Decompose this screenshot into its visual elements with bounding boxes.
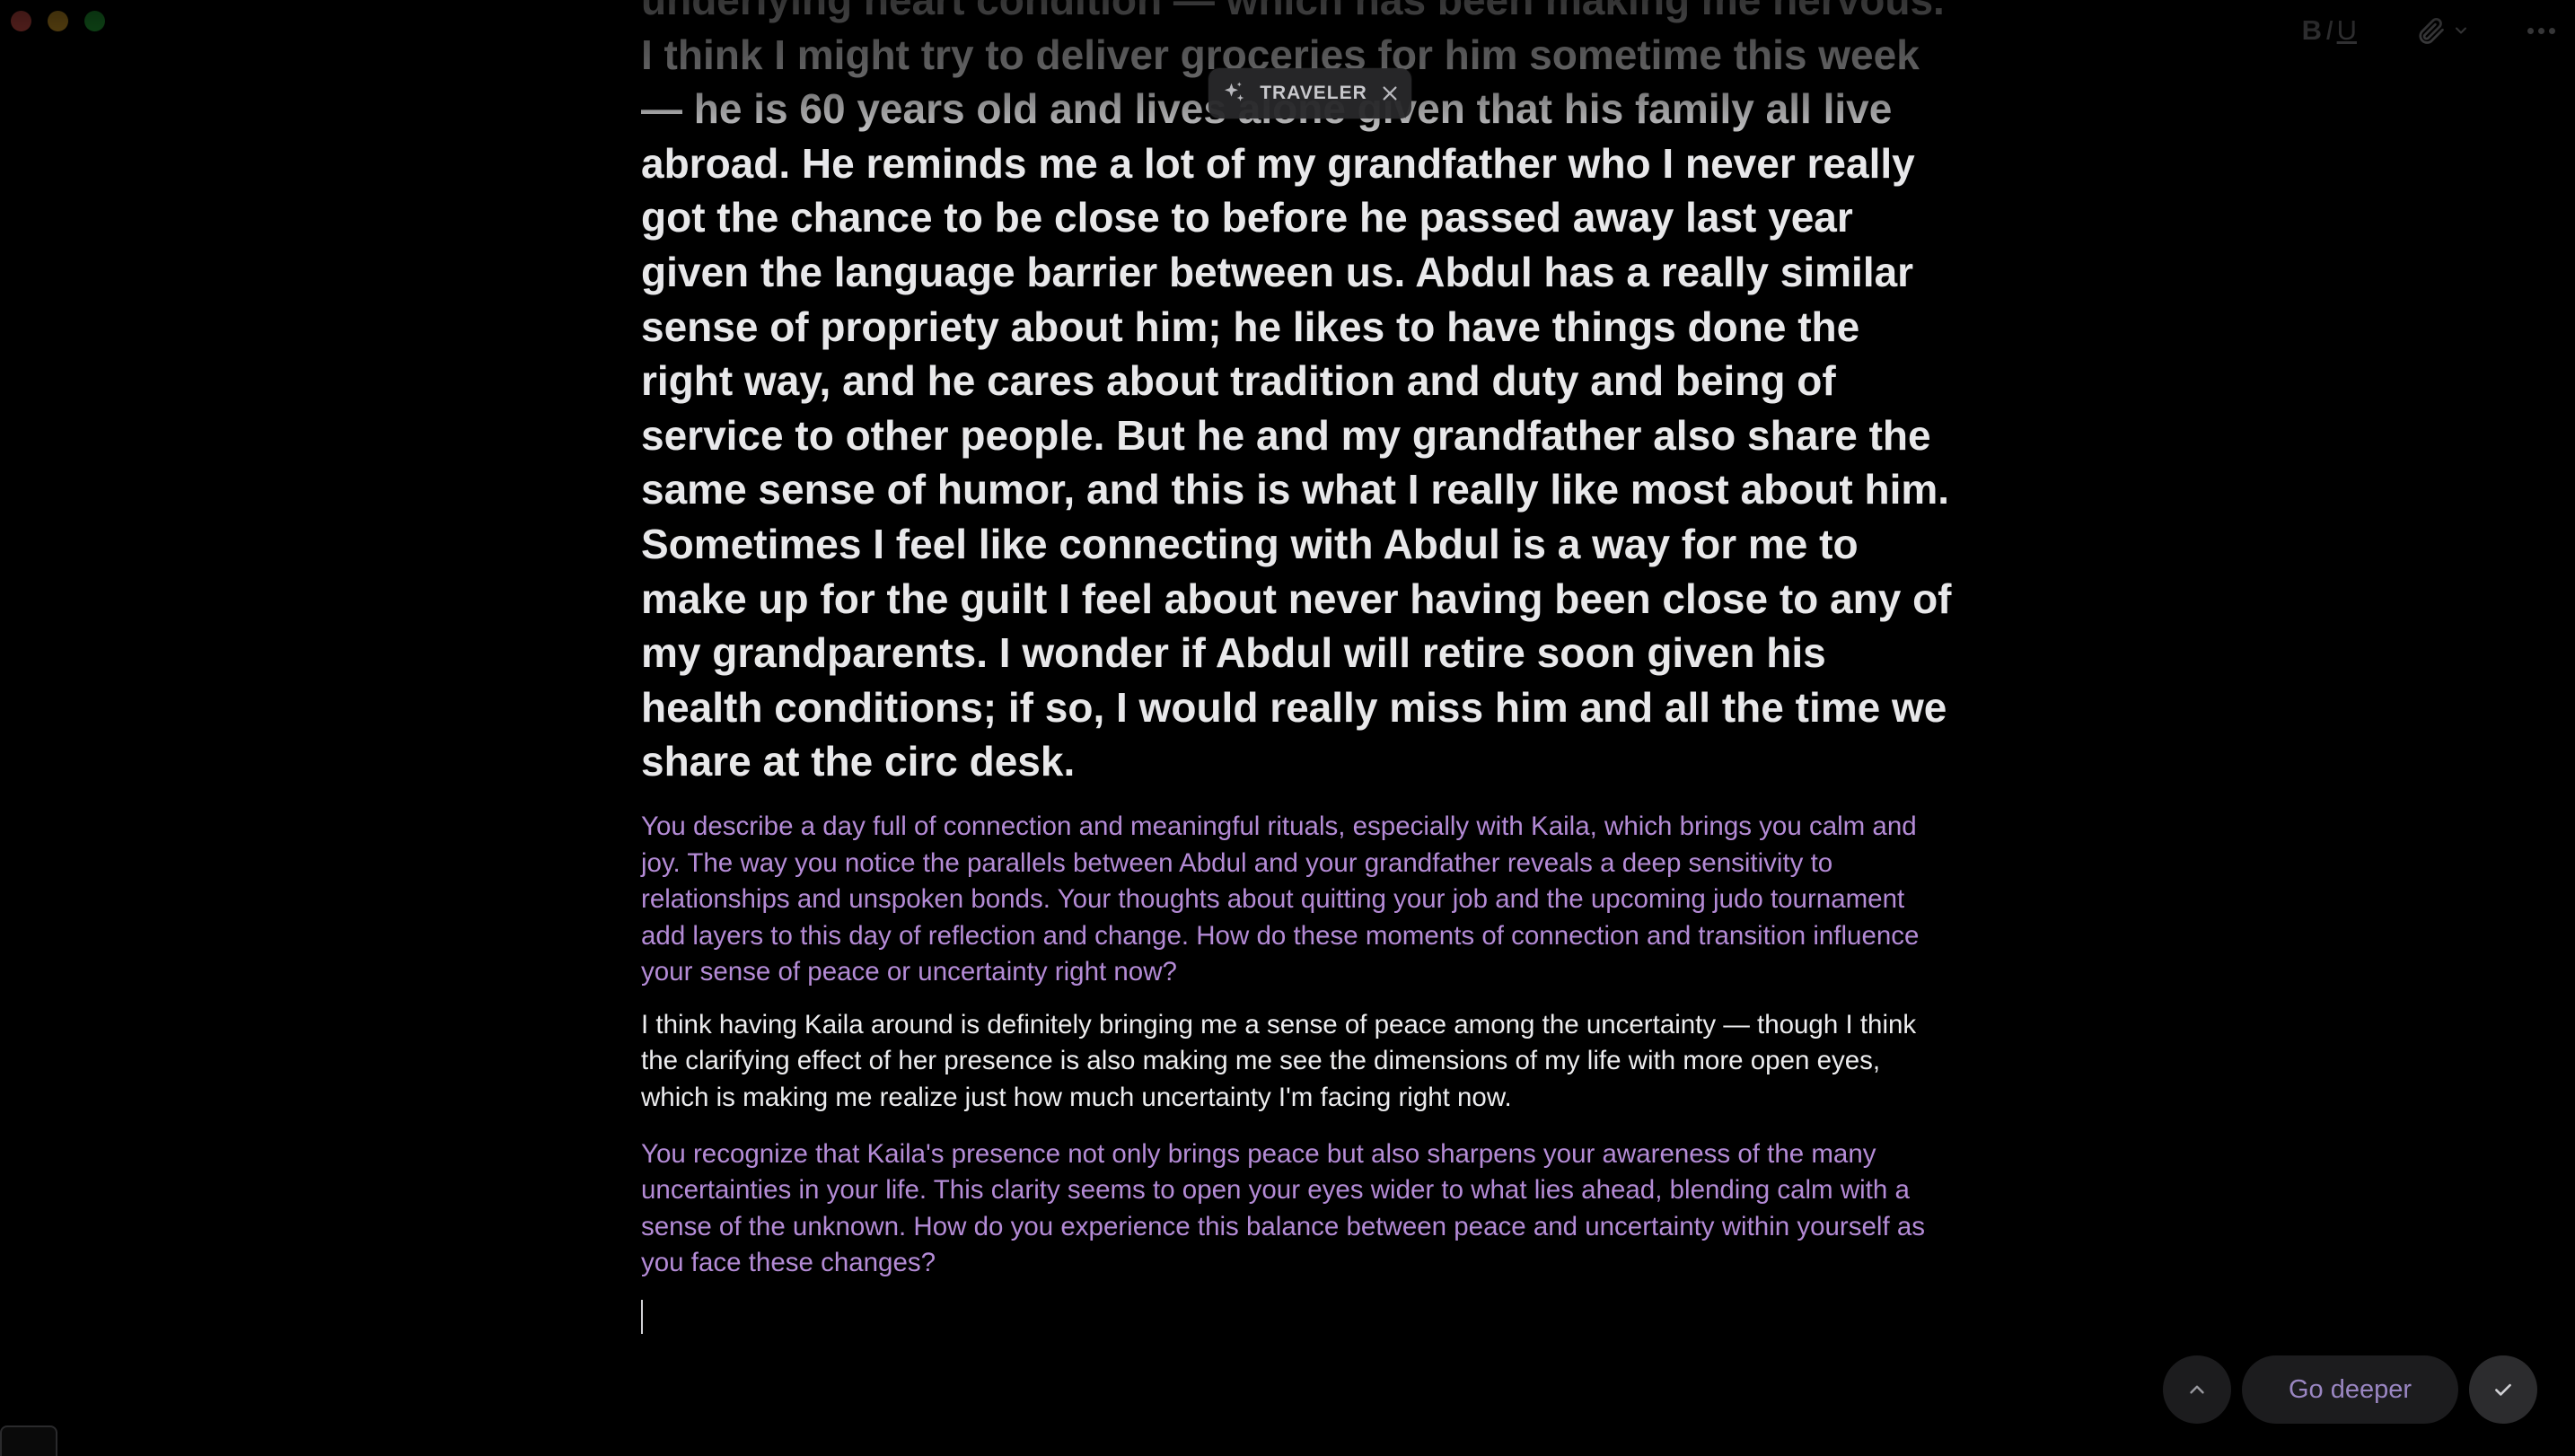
underline-label: U	[2336, 14, 2357, 46]
minimize-window-button[interactable]	[48, 11, 68, 31]
attach-button[interactable]	[2414, 14, 2470, 47]
ai-prompt-2: You recognize that Kaila's presence not …	[641, 1138, 1926, 1278]
traveler-label: TRAVELER	[1260, 83, 1367, 103]
editor-toolbar: B I U	[2302, 13, 2555, 48]
close-window-button[interactable]	[11, 11, 31, 31]
text-cursor[interactable]	[641, 1300, 643, 1335]
italic-label: I	[2325, 14, 2333, 46]
text-format-button[interactable]: B I U	[2302, 14, 2357, 47]
bottom-controls: Go deeper	[2162, 1355, 2537, 1424]
ai-prompt-1: You describe a day full of connection an…	[641, 811, 1920, 987]
sidebar-toggle-tab[interactable]	[0, 1425, 57, 1456]
chevron-down-icon	[2456, 27, 2466, 34]
checkmark-icon	[2495, 1383, 2511, 1396]
bold-label: B	[2301, 14, 2322, 46]
window-controls	[11, 11, 105, 31]
ellipsis-icon[interactable]	[2527, 27, 2555, 34]
scroll-up-button[interactable]	[2162, 1355, 2231, 1424]
sparkle-icon	[1225, 82, 1244, 101]
journal-content: underlying heart condition — which has b…	[641, 0, 1952, 1335]
chevron-up-icon	[2190, 1385, 2204, 1394]
paperclip-icon	[2419, 17, 2444, 44]
close-icon[interactable]	[1380, 83, 1400, 103]
maximize-window-button[interactable]	[84, 11, 105, 31]
go-deeper-button[interactable]: Go deeper	[2241, 1355, 2458, 1424]
journal-window: B I U TRAVELER underlying heart conditio…	[0, 0, 2575, 1456]
user-reply-1[interactable]: I think having Kaila around is definitel…	[641, 1007, 1952, 1117]
traveler-badge[interactable]: TRAVELER	[1208, 68, 1411, 118]
confirm-button[interactable]	[2469, 1355, 2537, 1424]
